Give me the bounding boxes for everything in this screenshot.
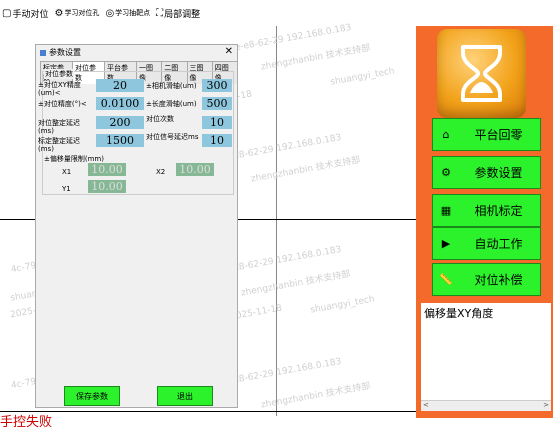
home-icon: ⌂ — [442, 128, 450, 141]
calib-delay-label: 标定整定延迟(ms) — [38, 137, 80, 153]
button-label: 相机标定 — [474, 204, 523, 218]
x1-label: X1 — [62, 168, 72, 176]
dialog-title: 参数设置 — [40, 47, 81, 58]
close-icon[interactable]: ✕ — [225, 46, 233, 57]
auto-work-button[interactable]: ▶ 自动工作 — [432, 227, 541, 260]
signal-delay-label: 对位信号延迟ms — [146, 133, 199, 141]
save-params-button[interactable]: 保存参数 — [64, 386, 120, 406]
gear-icon: ⚙ — [54, 7, 64, 19]
toolbar-item-label: 手动对位 — [12, 9, 49, 20]
button-label: 平台回零 — [474, 128, 523, 142]
group-title: 对位参数 — [44, 69, 74, 79]
toolbar-item-label: 局部调整 — [164, 9, 201, 20]
toolbar-item-local-adjust[interactable]: ⛶ 局部调整 — [156, 7, 200, 20]
stable-delay-field[interactable]: 200 — [96, 116, 144, 129]
align-count-field[interactable]: 10 — [202, 116, 232, 129]
square-icon: ▢ — [2, 7, 12, 19]
hourglass-icon — [461, 45, 502, 102]
camera-calibration-button[interactable]: ▦ 相机标定 — [432, 194, 541, 227]
button-label: 对位补偿 — [474, 273, 523, 287]
window-icon — [40, 49, 46, 56]
scroll-right-icon[interactable]: > — [543, 401, 549, 409]
gear-icon: ⚙ — [441, 166, 451, 179]
exit-button[interactable]: 退出 — [157, 386, 213, 406]
xy-precision-label: ±对位XY精度(um)< — [38, 81, 81, 97]
camera-slide-label: ±相机滑轴(um) — [146, 82, 197, 90]
angle-precision-label: ±对位精度(°)< — [38, 100, 87, 108]
stable-delay-label: 对位整定延迟(ms) — [38, 119, 80, 135]
alignment-compensation-button[interactable]: 📏 对位补偿 — [432, 263, 541, 296]
button-label: 参数设置 — [474, 166, 523, 180]
toolbar-item-label: 学习对位孔 — [64, 9, 100, 17]
frame-icon: ⛶ — [156, 7, 164, 19]
y1-label: Y1 — [62, 185, 71, 193]
y1-field[interactable]: 10.00 — [88, 180, 126, 193]
align-count-label: 对位次数 — [146, 115, 174, 123]
x2-label: X2 — [156, 168, 166, 176]
calibrate-icon: ▦ — [440, 204, 452, 217]
calib-delay-field[interactable]: 1500 — [96, 134, 144, 147]
length-slide-label: ±长度滑轴(um) — [146, 100, 197, 108]
toolbar-item-label: 学习抽靶点 — [115, 9, 151, 17]
x1-field[interactable]: 10.00 — [88, 163, 126, 176]
toolbar-item-learn-hole[interactable]: ⚙ 学习对位孔 — [54, 8, 99, 19]
toolbar-item-learn-target[interactable]: ◎ 学习抽靶点 — [105, 8, 150, 19]
divider-horizontal — [0, 411, 416, 412]
offset-info-panel: 偏移量XY角度 < > — [421, 303, 551, 411]
angle-precision-field[interactable]: 0.0100 — [96, 97, 144, 110]
button-label: 自动工作 — [474, 237, 523, 251]
dialog-title-text: 参数设置 — [49, 48, 81, 57]
xy-precision-field[interactable]: 20 — [96, 79, 144, 92]
signal-delay-field[interactable]: 10 — [202, 134, 232, 147]
play-icon: ▶ — [441, 237, 451, 250]
horizontal-scrollbar[interactable]: < > — [421, 400, 551, 411]
divider-vertical — [276, 26, 277, 416]
target-icon: ◎ — [105, 7, 115, 19]
hourglass-logo — [437, 29, 526, 118]
camera-slide-field[interactable]: 300 — [202, 79, 232, 92]
toolbar-item-manual-align[interactable]: ▢ 手动对位 — [2, 7, 48, 20]
parameter-settings-dialog: 参数设置 ✕ 标定参数 对位参数 平台参数 一图像 二图像 三图像 四图像 对位… — [35, 44, 238, 408]
status-message: 手控失败 — [0, 415, 53, 430]
length-slide-field[interactable]: 500 — [202, 97, 232, 110]
home-platform-button[interactable]: ⌂ 平台回零 — [432, 118, 541, 151]
scroll-left-icon[interactable]: < — [423, 401, 429, 409]
offset-info-title: 偏移量XY角度 — [424, 307, 494, 320]
x2-field[interactable]: 10.00 — [176, 163, 214, 176]
toolbar: ▢ 手动对位 ⚙ 学习对位孔 ◎ 学习抽靶点 ⛶ 局部调整 — [0, 0, 553, 26]
parameter-settings-button[interactable]: ⚙ 参数设置 — [432, 156, 541, 189]
ruler-icon: 📏 — [439, 273, 453, 286]
